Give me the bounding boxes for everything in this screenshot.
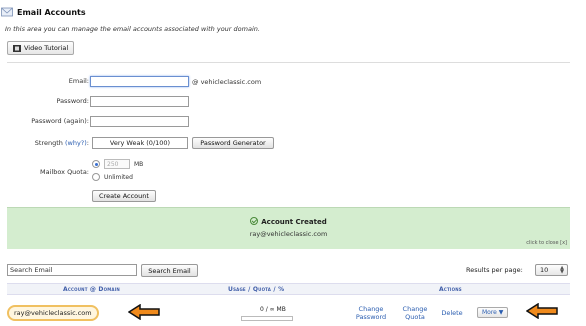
unlimited-label: Unlimited [104,174,133,181]
strength-meter: Very Weak (0/100) [92,137,188,149]
page-title: Email Accounts [17,7,86,17]
password-generator-button[interactable]: Password Generator [192,137,274,149]
arrow-left-icon [526,303,558,319]
spinner-arrows-icon: ▲ ▼ [560,265,564,275]
usage-value: 0 / ∞ MB [260,306,286,313]
quota-limit-radio[interactable] [92,160,100,168]
video-tutorial-label: Video Tutorial [24,44,69,52]
arrow-left-icon [128,304,160,320]
quota-unit: MB [134,161,144,168]
mailbox-quota-label: Mailbox Quota: [40,168,89,176]
column-usage[interactable]: Usage / Quota / % [228,286,284,293]
page-intro: In this area you can manage the email ac… [5,25,260,33]
results-per-page-value: 10 [540,266,549,274]
video-tutorial-button[interactable]: Video Tutorial [7,41,75,55]
create-account-form: Email: @ vehicleclassic.com Password: Pa… [7,62,570,208]
change-quota-link[interactable]: Change Quota [397,305,433,321]
table-row: ray@vehicleclassic.com 0 / ∞ MB Change P… [7,296,570,326]
search-email-input[interactable]: Search Email [7,264,137,276]
account-created-banner[interactable]: Account Created ray@vehicleclassic.com c… [7,207,570,249]
mail-icon [1,7,13,17]
film-icon [13,44,21,52]
delete-link[interactable]: Delete [437,309,467,317]
strength-why-link[interactable]: (why?) [65,139,87,147]
quota-input[interactable]: 250 [104,159,130,169]
column-account[interactable]: Account @ Domain [63,286,120,293]
search-email-button[interactable]: Search Email [141,264,198,277]
accounts-table-header: Account @ Domain Usage / Quota / % Actio… [7,283,570,295]
strength-label: Strength (why?): [34,139,89,147]
change-password-link[interactable]: Change Password [349,305,393,321]
email-field[interactable] [90,76,189,87]
column-actions: Actions [439,286,462,293]
usage-bar [241,316,293,321]
password-again-label: Password (again): [31,117,89,125]
email-label: Email: [68,77,89,85]
check-circle-icon [250,217,259,225]
create-account-button[interactable]: Create Account [92,190,156,202]
domain-label: @ vehicleclassic.com [192,78,262,86]
page-header: Email Accounts [0,4,86,20]
password-label: Password: [56,97,89,105]
created-address: ray@vehicleclassic.com [249,230,328,238]
account-address: ray@vehicleclassic.com [7,305,99,321]
quota-unlimited-radio[interactable] [92,173,100,181]
results-per-page-select[interactable]: 10 ▲ ▼ [535,264,568,276]
success-heading: Account Created [7,217,570,226]
password-field[interactable] [90,96,189,107]
close-hint[interactable]: click to close [x] [526,240,567,246]
password-again-field[interactable] [90,116,189,127]
results-per-page-label: Results per page: [466,266,523,274]
more-button[interactable]: More ▼ [477,307,509,318]
